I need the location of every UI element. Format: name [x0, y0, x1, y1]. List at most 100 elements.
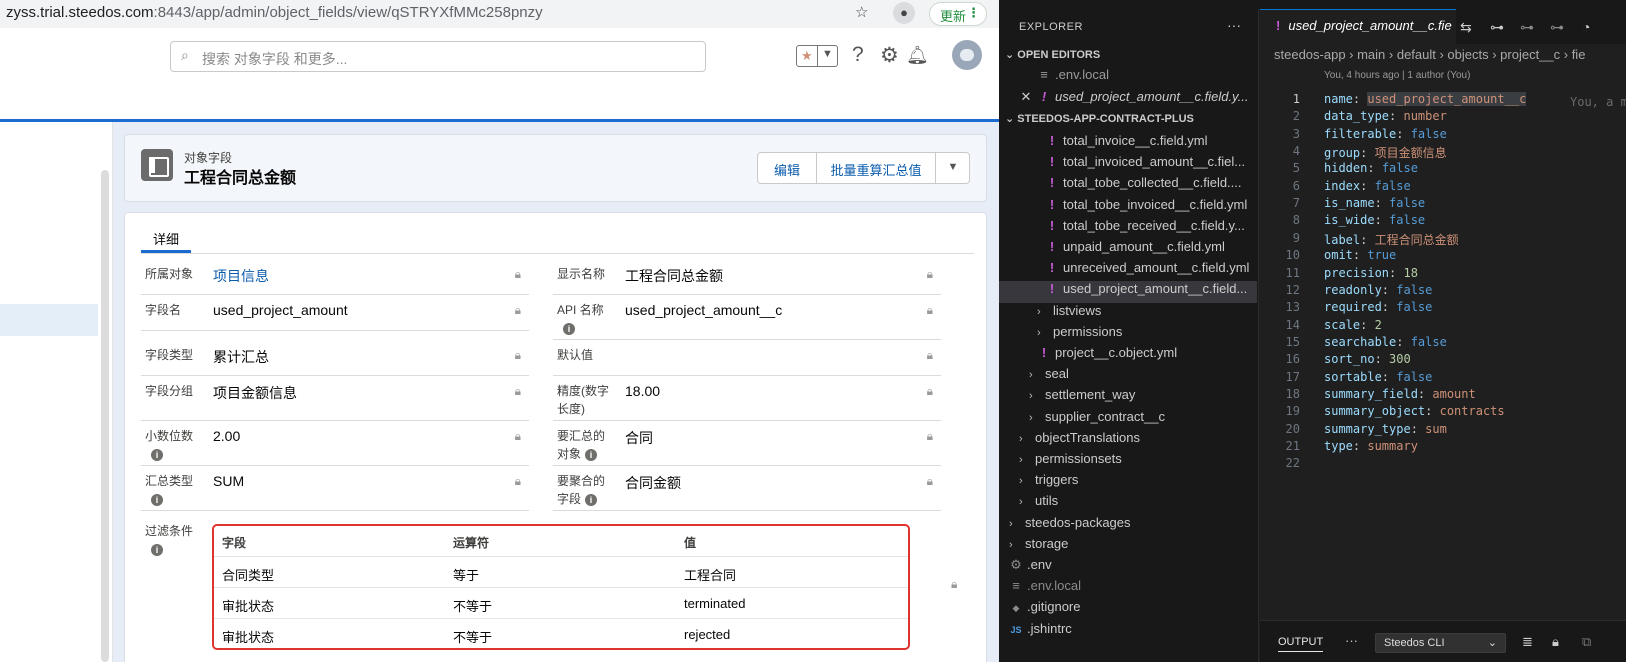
update-button[interactable]: 更新 ⋮ [929, 2, 987, 26]
more-actions-icon[interactable]: ··· [1227, 17, 1241, 33]
tree-folder[interactable]: › supplier_contract__c [999, 409, 1257, 431]
open-editor-item[interactable]: ≡ .env.local [999, 67, 1257, 89]
info-icon[interactable]: i [585, 493, 598, 506]
chevron-right-icon: › [1037, 305, 1041, 318]
tree-file[interactable]: ! total_invoiced_amount__c.fiel... [999, 154, 1257, 176]
line-number: 2 [1292, 109, 1300, 124]
tab-detail[interactable]: 详细 [141, 223, 191, 253]
tree-file[interactable]: JS .jshintrc [999, 621, 1257, 643]
app-header: ⌕ 搜索 对象字段 和更多... ★ ▼ ? ⚙ 🔔︎ [0, 28, 999, 122]
info-icon[interactable]: i [151, 448, 163, 461]
filter-lines-icon[interactable]: ≣ [1522, 634, 1533, 650]
tree-file[interactable]: ! project__c.object.yml [999, 345, 1257, 367]
tree-folder[interactable]: › objectTranslations [999, 430, 1257, 452]
tree-folder[interactable]: › settlement_way [999, 387, 1257, 409]
tree-folder[interactable]: › triggers [999, 472, 1257, 494]
bookmark-star-icon[interactable]: ☆ [855, 3, 868, 21]
file-name: .env.local [1055, 67, 1109, 82]
project-section[interactable]: ⌄ STEEDOS-APP-CONTRACT-PLUS [1005, 112, 1194, 125]
tree-item-label: total_tobe_invoiced__c.field.yml [1063, 196, 1248, 212]
tree-file[interactable]: ! used_project_amount__c.field... [999, 281, 1257, 304]
field-label-text: 要聚合的 [557, 474, 606, 488]
tree-file[interactable]: ≡ .env.local [999, 578, 1257, 600]
table-row: 审批状态 不等于 terminated [214, 588, 908, 619]
tree-file[interactable]: ! total_tobe_collected__c.field.... [999, 175, 1257, 197]
copy-icon[interactable]: ⧉ [1582, 634, 1591, 650]
table-cell: 审批状态 [222, 630, 275, 645]
field-name: 字段名 used_project_amount 🔒︎ [141, 295, 529, 331]
code-line: name: used_project_amount__c [1324, 92, 1527, 106]
recalculate-summary-button[interactable]: 批量重算汇总值 [817, 153, 935, 183]
yaml-colon: : [1360, 178, 1375, 193]
tree-folder[interactable]: › listviews [999, 303, 1257, 325]
yaml-key: data_type [1324, 109, 1390, 124]
git-blame-codelens[interactable]: You, 4 hours ago | 1 author (You) [1324, 70, 1470, 81]
output-tab[interactable]: OUTPUT [1278, 636, 1324, 652]
table-cell: 工程合同 [684, 568, 737, 583]
lock-scroll-icon[interactable]: 🔒︎ [1552, 634, 1559, 650]
tree-folder[interactable]: › permissions [999, 324, 1257, 346]
open-timeline-icon[interactable]: ◔ [1582, 19, 1590, 35]
bell-icon[interactable]: 🔔︎ [906, 45, 929, 66]
open-editors-label: OPEN EDITORS [1017, 49, 1101, 61]
help-icon[interactable]: ? [852, 43, 864, 67]
lock-icon: 🔒︎ [926, 303, 933, 317]
tree-file[interactable]: ! unpaid_amount__c.field.yml [999, 239, 1257, 261]
yaml-colon: : [1374, 352, 1390, 367]
yaml-colon: : [1360, 146, 1375, 161]
chevron-down-icon[interactable]: ▼ [822, 48, 833, 60]
tree-folder[interactable]: › permissionsets [999, 451, 1257, 473]
tree-folder[interactable]: › seal [999, 366, 1257, 388]
open-editors-section[interactable]: ⌄ OPEN EDITORS [1005, 48, 1100, 61]
gear-icon[interactable]: ⚙ [880, 43, 899, 68]
sidebar-selected-item[interactable] [0, 304, 98, 336]
tree-file[interactable]: ! total_invoice__c.field.yml [999, 133, 1257, 155]
info-icon[interactable]: i [563, 322, 575, 335]
url-text[interactable]: zyss.trial.steedos.com:8443/app/admin/ob… [6, 4, 543, 21]
field-value: 18.00 [625, 383, 661, 399]
previous-change-icon[interactable]: ⊶ [1520, 19, 1534, 36]
avatar[interactable] [952, 40, 982, 70]
edit-button[interactable]: 编辑 [758, 153, 816, 183]
favorites-button[interactable]: ★ ▼ [796, 45, 838, 67]
tree-file[interactable]: ⚙ .env [999, 557, 1257, 579]
more-actions-chevron-icon[interactable]: ▼ [936, 153, 970, 183]
info-icon[interactable]: i [151, 543, 163, 556]
filter-label: 过滤条件 i [145, 522, 193, 558]
tree-file[interactable]: ◆ .gitignore [999, 599, 1257, 621]
tree-file[interactable]: ! total_tobe_invoiced__c.field.yml [999, 197, 1257, 219]
output-channel-select[interactable]: Steedos CLI ⌄ [1375, 633, 1506, 653]
yaml-file-icon: ! [1041, 89, 1047, 104]
close-icon[interactable]: ✕ [1019, 89, 1033, 105]
tree-file[interactable]: ! unreceived_amount__c.field.yml [999, 260, 1257, 282]
tree-file[interactable]: ! total_tobe_received__c.field.y... [999, 218, 1257, 240]
open-editor-item-active[interactable]: ✕! used_project_amount__c.field.y... [999, 89, 1257, 111]
yaml-key: summary_type [1324, 421, 1411, 436]
profile-icon[interactable]: ● [893, 2, 915, 24]
field-type: 字段类型 累计汇总 🔒︎ [141, 340, 529, 376]
compare-changes-icon[interactable]: ⇆ [1460, 19, 1472, 36]
output-channel-label: Steedos CLI [1384, 637, 1445, 649]
info-icon[interactable]: i [585, 448, 598, 461]
code-line: filterable: false [1324, 127, 1447, 141]
git-commit-icon[interactable]: ⊶ [1490, 19, 1504, 36]
tree-folder[interactable]: › utils [999, 493, 1257, 515]
editor-tab-active[interactable]: ! used_project_amount__c.fie [1260, 9, 1456, 44]
lock-icon: 🔒︎ [514, 384, 521, 398]
tree-folder[interactable]: › steedos-packages [999, 515, 1257, 537]
more-actions-icon[interactable]: ··· [1345, 633, 1358, 648]
yaml-key: sortable [1324, 369, 1382, 384]
lock-icon: 🔒︎ [926, 348, 933, 362]
yaml-key: is_wide [1324, 213, 1375, 228]
next-change-icon[interactable]: ⊶ [1550, 19, 1564, 36]
line-number: 8 [1292, 213, 1300, 228]
line-number: 7 [1292, 196, 1300, 211]
code-line: scale: 2 [1324, 318, 1382, 332]
tree-folder[interactable]: › storage [999, 536, 1257, 558]
global-search-input[interactable]: ⌕ 搜索 对象字段 和更多... [170, 41, 706, 72]
info-icon[interactable]: i [151, 493, 163, 506]
field-value-link[interactable]: 项目信息 [213, 266, 269, 286]
breadcrumb[interactable]: steedos-app › main › default › objects ›… [1274, 47, 1585, 62]
sidebar-scrollbar[interactable] [101, 170, 109, 662]
address-bar[interactable]: zyss.trial.steedos.com:8443/app/admin/ob… [0, 0, 999, 28]
